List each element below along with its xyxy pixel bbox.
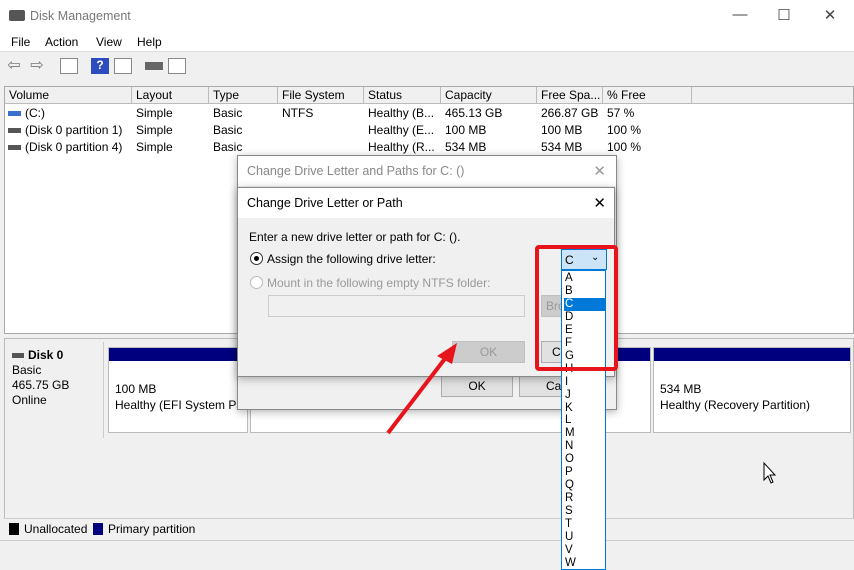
mouse-cursor-icon xyxy=(763,461,777,484)
annotation-arrow xyxy=(386,343,777,484)
